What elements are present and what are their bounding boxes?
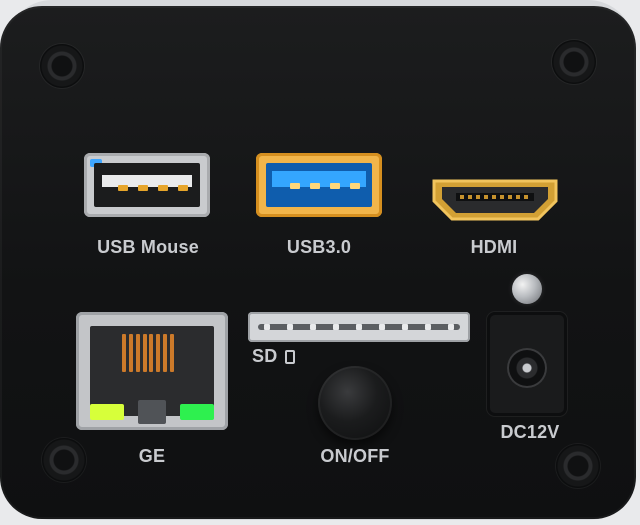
power-button-label: ON/OFF [320, 446, 390, 466]
power-button[interactable] [318, 366, 392, 440]
usb3-port[interactable] [256, 153, 382, 217]
sd-slot-contacts [264, 321, 454, 333]
screw-bottom-right [556, 444, 600, 488]
usb-mouse-label: USB Mouse [97, 237, 199, 257]
dc-label: DC12V [500, 422, 560, 442]
dc-power-jack[interactable] [487, 312, 567, 416]
rear-panel: USB Mouse USB3.0 HDMI SD GE ON/OFF DC12V [0, 6, 636, 519]
hdmi-port[interactable] [428, 173, 562, 225]
ge-led-left [90, 404, 124, 420]
sd-label: SD [252, 346, 322, 367]
ge-led-right [180, 404, 214, 420]
usb3-label: USB3.0 [286, 237, 352, 257]
screw-top-left [40, 44, 84, 88]
usb-mouse-port[interactable] [84, 153, 210, 217]
hdmi-port-icon [432, 179, 558, 221]
ge-label: GE [138, 446, 166, 466]
screw-bottom-left [42, 438, 86, 482]
status-led [512, 274, 542, 304]
dc-jack-hole [507, 348, 547, 388]
screw-top-right [552, 40, 596, 84]
ge-ethernet-port[interactable] [76, 312, 228, 430]
ge-latch [138, 400, 166, 424]
usb-mouse-port-pins [118, 178, 198, 196]
sd-label-text: SD [252, 346, 278, 366]
ge-port-pins [122, 334, 174, 374]
usb3-port-pins [290, 176, 370, 194]
sd-card-icon [285, 350, 296, 364]
hdmi-label: HDMI [470, 237, 518, 257]
sd-card-slot[interactable] [248, 312, 470, 342]
